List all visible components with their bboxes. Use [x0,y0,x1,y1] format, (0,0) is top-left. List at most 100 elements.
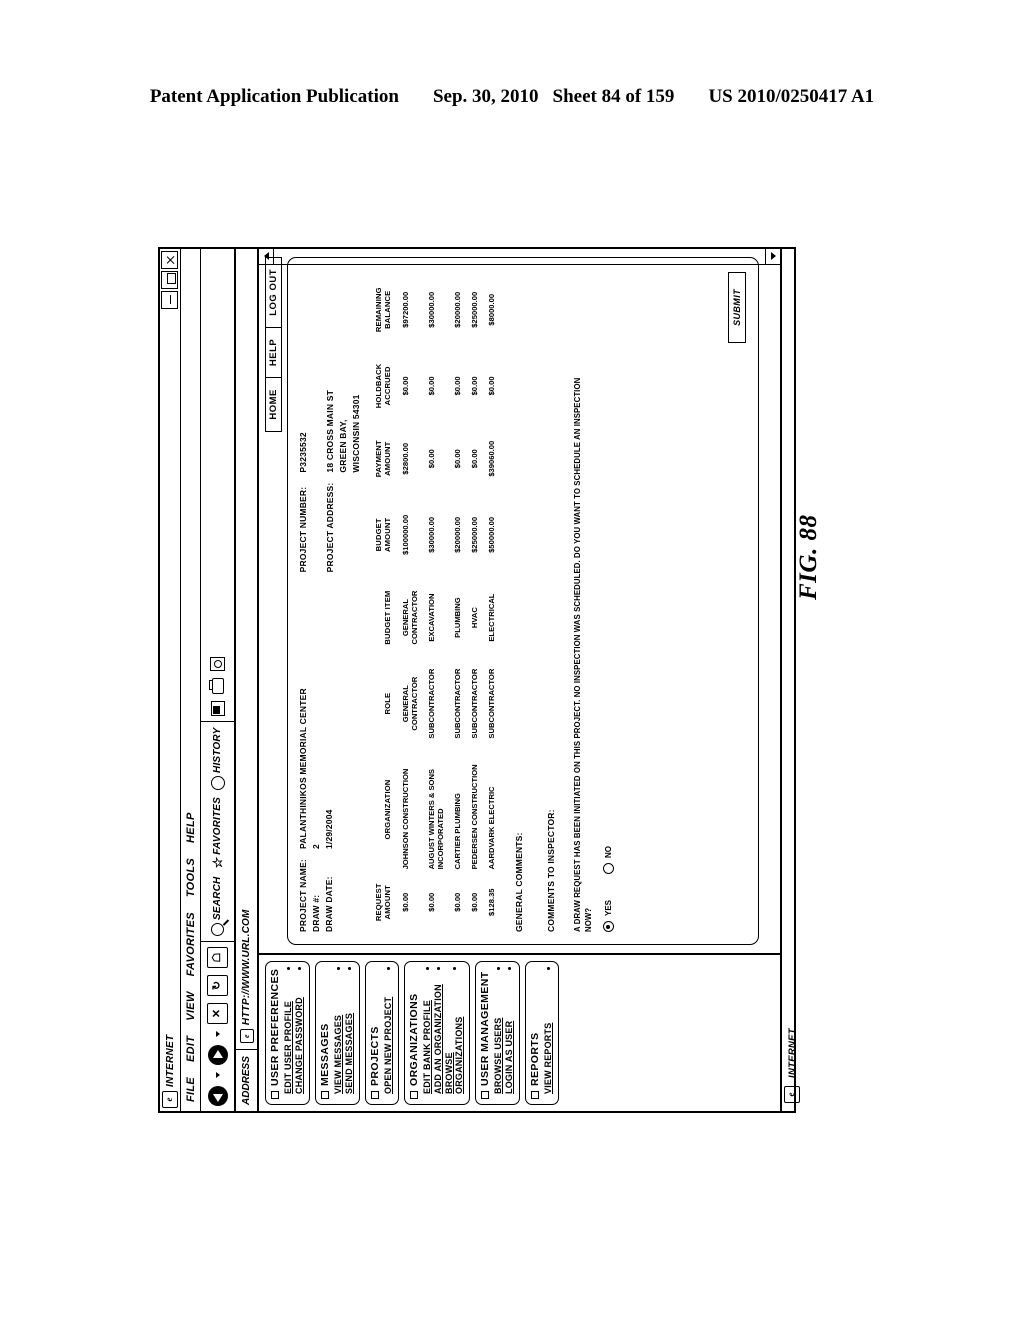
history-label: HISTORY [212,727,223,773]
th-holdback-accrued: HOLDBACK ACCRUED [374,363,392,409]
sidebar-group-title: USER MANAGEMENT [479,967,491,1099]
maximize-button[interactable] [161,271,178,289]
link-bullet-icon [496,967,500,970]
radio-yes-icon[interactable] [603,921,614,932]
radio-option-no[interactable]: NO [603,846,614,874]
radio-yes-label: YES [604,899,613,916]
stop-icon[interactable]: ✕ [207,1003,228,1024]
project-info: PROJECT NAME: DRAW #: DRAW DATE: PALANTH… [297,270,363,932]
menu-item-file[interactable]: FILE [185,1077,197,1102]
table-row: $0.00 JOHNSON CONSTRUCTION GENERAL CONTR… [397,270,423,932]
th-role: ROLE [383,692,392,715]
cell-holdback-accrued: $0.00 [487,376,496,396]
sidebar-item-browse-users[interactable]: BROWSE USERS [493,967,503,1094]
scroll-up-button[interactable] [259,249,274,264]
th-remaining-balance: REMAINING BALANCE [374,287,392,333]
sidebar-item-open-new-project[interactable]: OPEN NEW PROJECT [383,967,393,1094]
link-bullet-icon [297,967,301,970]
th-request-amount: REQUEST AMOUNT [374,883,392,922]
project-number-value: P3235532 [298,432,308,473]
minimize-button[interactable] [161,291,178,309]
cell-request-amount: $0.00 [453,892,462,912]
menu-item-favorites[interactable]: FAVORITES [185,912,197,976]
radio-option-yes[interactable]: YES [603,900,614,932]
th-budget-item: BUDGET ITEM [383,590,392,645]
sidebar-item-send-messages[interactable]: SEND MESSAGES [344,967,354,1094]
menu-item-edit[interactable]: EDIT [185,1036,197,1062]
sidebar-item-label: EDIT USER PROFILE [283,1001,293,1094]
forward-icon[interactable] [207,1045,228,1065]
link-bullet-icon [436,967,440,970]
cell-role: SUBCONTRACTOR [453,668,462,739]
back-dropdown-icon[interactable] [215,1072,220,1078]
radio-no-icon[interactable] [603,862,614,874]
publication-label: Patent Application Publication [149,86,399,107]
history-button[interactable]: HISTORY [210,727,225,790]
star-icon: ☆ [210,857,225,870]
page-icon: e [239,1029,254,1044]
patent-number: US 2010/0250417 A1 [708,86,875,107]
cell-role: SUBCONTRACTOR [487,668,496,739]
sidebar-item-change-password[interactable]: CHANGE PASSWORD [294,967,304,1094]
sidebar-item-edit-bank-profile[interactable]: EDIT BANK PROFILE [422,967,432,1094]
search-icon [211,923,224,936]
favorites-button[interactable]: ☆ FAVORITES [210,797,225,870]
sidebar-item-login-as-user[interactable]: LOGIN AS USER [504,967,514,1094]
back-icon[interactable] [207,1086,228,1106]
print-icon[interactable] [211,678,224,695]
mail-icon[interactable] [210,701,225,717]
caret-down-icon [770,252,776,261]
home-icon[interactable]: ☖ [207,947,228,968]
menu-item-help[interactable]: HELP [185,812,197,843]
sidebar-item-view-messages[interactable]: VIEW MESSAGES [333,967,343,1094]
th-organization: ORGANIZATION [383,779,392,840]
scroll-down-button[interactable] [765,249,780,264]
radio-no-label: NO [604,845,613,858]
group-bullet-icon [531,1091,539,1099]
cell-remaining-balance: $8000.00 [487,293,496,326]
search-label: SEARCH [212,876,223,920]
cell-holdback-accrued: $0.00 [453,376,462,396]
sidebar-item-view-reports[interactable]: VIEW REPORTS [543,967,553,1094]
sidebar-item-edit-user-profile[interactable]: EDIT USER PROFILE [283,967,293,1094]
edit-icon[interactable] [210,657,225,672]
menu-item-view[interactable]: VIEW [185,991,197,1020]
sidebar-group-user-management: USER MANAGEMENT BROWSE USERS LOGIN AS US… [475,961,520,1105]
refresh-icon[interactable]: ↻ [207,975,228,996]
cell-remaining-balance: $97200.00 [401,291,410,328]
group-bullet-icon [321,1091,329,1099]
title-bar: e INTERNET [160,249,181,1111]
nav-help-button[interactable]: HELP [265,326,282,379]
link-bullet-icon [336,967,340,970]
browser-window: e INTERNET FILE EDIT VIEW FAVORITES TOOL… [158,247,802,1113]
forward-dropdown-icon[interactable] [215,1031,220,1037]
sidebar-item-label: VIEW MESSAGES [333,1014,343,1094]
sidebar-item-label: OPEN NEW PROJECT [383,996,393,1094]
cell-remaining-balance: $30000.00 [427,291,436,328]
cell-role: GENERAL CONTRACTOR [401,676,419,731]
status-text: INTERNET [786,1028,798,1078]
toolbar: ✕ ↻ ☖ SEARCH ☆ FAVORITES HISTORY [201,249,236,1111]
vertical-scrollbar[interactable] [259,249,780,265]
project-name-label: PROJECT NAME: [298,859,308,932]
cell-organization: JOHNSON CONSTRUCTION [401,768,410,870]
sheet-number: Sheet 84 of 159 [552,86,675,107]
sidebar-item-add-an-organization[interactable]: ADD AN ORGANIZATION [433,967,443,1094]
project-number-label: PROJECT NUMBER: [298,486,308,573]
cell-role: SUBCONTRACTOR [427,668,436,739]
sidebar-group-title: ORGANIZATIONS [408,967,420,1099]
sidebar-item-browse-organizations[interactable]: BROWSE ORGANIZATIONS [444,967,464,1094]
nav-logout-button[interactable]: LOG OUT [265,257,282,328]
cell-remaining-balance: $25000.00 [470,291,479,328]
cell-request-amount: $0.00 [470,892,479,912]
menu-item-tools[interactable]: TOOLS [185,858,197,897]
group-label: ORGANIZATIONS [408,993,420,1086]
sidebar-group-title: MESSAGES [319,967,331,1099]
address-input[interactable]: e HTTP://WWW.URL.COM [239,909,254,1049]
menu-bar: FILE EDIT VIEW FAVORITES TOOLS HELP [181,249,201,1111]
submit-button[interactable]: SUBMIT [728,272,746,343]
cell-holdback-accrued: $0.00 [401,376,410,396]
close-button[interactable] [161,251,178,269]
search-button[interactable]: SEARCH [211,877,224,936]
nav-home-button[interactable]: HOME [265,377,282,432]
